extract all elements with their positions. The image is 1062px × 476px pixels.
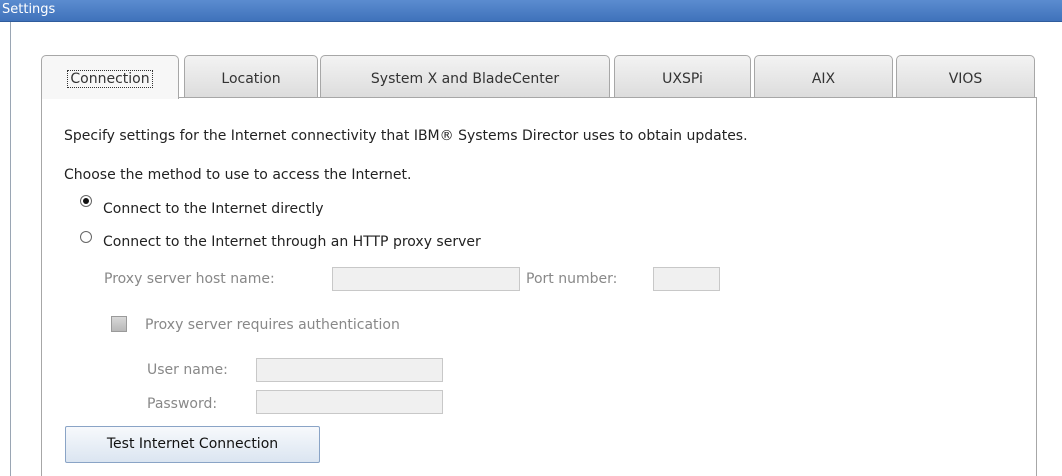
connection-description: Specify settings for the Internet connec… [64, 128, 748, 144]
proxy-host-input[interactable] [332, 267, 520, 291]
direct-connection-radio[interactable] [80, 195, 92, 207]
tab-vios-label: VIOS [948, 71, 983, 87]
username-label: User name: [147, 362, 228, 378]
password-label: Password: [147, 396, 218, 412]
tab-location[interactable]: Location [184, 55, 318, 98]
proxy-auth-checkbox[interactable] [111, 316, 127, 332]
username-input[interactable] [256, 358, 443, 382]
tab-uxspi[interactable]: UXSPi [614, 55, 751, 98]
method-prompt: Choose the method to use to access the I… [64, 167, 412, 183]
test-internet-connection-label: Test Internet Connection [106, 436, 279, 452]
tab-aix-label: AIX [811, 71, 836, 87]
tab-aix[interactable]: AIX [754, 55, 893, 98]
panel-border [10, 22, 11, 476]
proxy-host-label: Proxy server host name: [104, 271, 275, 287]
proxy-port-input[interactable] [653, 267, 720, 291]
proxy-auth-label: Proxy server requires authentication [145, 317, 400, 333]
direct-connection-label[interactable]: Connect to the Internet directly [103, 201, 324, 217]
tab-system-x-bladecenter[interactable]: System X and BladeCenter [320, 55, 610, 98]
tab-connection[interactable]: Connection [41, 55, 179, 99]
proxy-connection-radio[interactable] [80, 231, 92, 243]
tab-uxspi-label: UXSPi [662, 71, 703, 87]
window-title: Settings [2, 2, 56, 17]
tab-vios[interactable]: VIOS [896, 55, 1035, 98]
window-title-bar: Settings [0, 0, 1062, 22]
password-input[interactable] [256, 390, 443, 414]
test-internet-connection-button[interactable]: Test Internet Connection [65, 426, 320, 463]
tab-system-x-bladecenter-label: System X and BladeCenter [370, 71, 560, 87]
proxy-port-label: Port number: [526, 271, 618, 287]
tab-connection-label: Connection [67, 70, 153, 88]
tab-location-label: Location [221, 71, 281, 87]
proxy-connection-label[interactable]: Connect to the Internet through an HTTP … [103, 234, 481, 250]
